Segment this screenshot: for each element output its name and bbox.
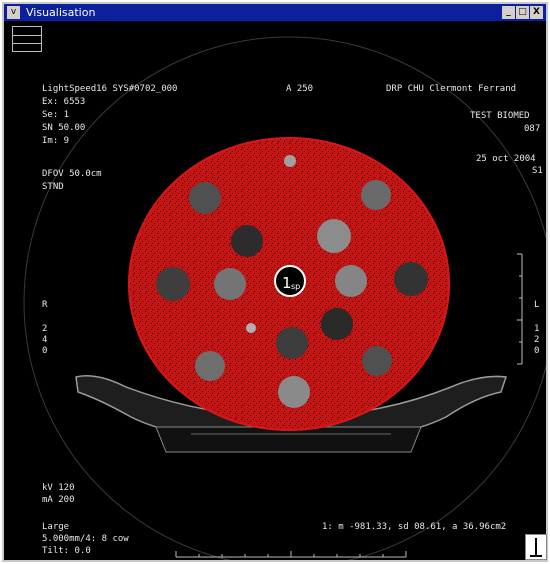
system-menu-icon[interactable]: v [7,6,20,19]
close-button[interactable]: X [530,6,543,19]
vertical-digit-1: 2 [42,324,48,334]
right-digit-2: 2 [534,335,540,345]
mA-info: A 250 [286,84,314,94]
orientation-right: L [534,300,540,310]
image-number: Im: 9 [42,136,70,146]
patient-id: 087 [524,124,541,134]
visualisation-window: v Visualisation _ □ X 1 sp LightSpeed16 … [2,2,548,562]
series-number: Se: 1 [42,110,70,120]
right-digit-3: 0 [534,346,540,356]
slice-info: S1 [532,166,543,176]
dfov-info: DFOV 50.0cm [42,169,102,179]
maximize-button[interactable]: □ [516,6,529,19]
exam-number: Ex: 6553 [42,97,86,107]
roi-stats: 1: m -981.33, sd 08.61, a 36.96cm2 [322,522,507,532]
orientation-left: R [42,300,48,310]
roi-sub-label: sp [291,282,300,291]
kernel-info: STND [42,182,64,192]
right-ruler [517,253,523,365]
ct-scan-image[interactable]: 1 sp [6,22,546,560]
kv-info: kV 120 [42,483,75,493]
fov-size: Large [42,522,70,532]
tilt-info: Tilt: 0.0 [42,546,91,556]
slice-thickness: 5.000mm/4: 8 cow [42,534,129,544]
right-digit-1: 1 [534,324,540,334]
vertical-digit-3: 0 [42,346,48,356]
ma-info: mA 200 [42,495,75,505]
sn-info: SN 50.00 [42,123,86,133]
scanner-info: LightSpeed16 SYS#0702_000 [42,84,178,94]
figure-icon [530,538,542,557]
title-bar[interactable]: v Visualisation _ □ X [4,4,546,21]
corner-tool-button[interactable] [525,534,547,560]
exam-date: 25 oct 2004 [476,154,536,164]
vertical-digit-2: 4 [42,335,48,345]
window-title: Visualisation [26,6,96,19]
minimize-button[interactable]: _ [502,6,515,19]
patient-name: TEST BIOMED [470,111,530,121]
institution-info: DRP CHU Clermont Ferrand [386,84,517,94]
